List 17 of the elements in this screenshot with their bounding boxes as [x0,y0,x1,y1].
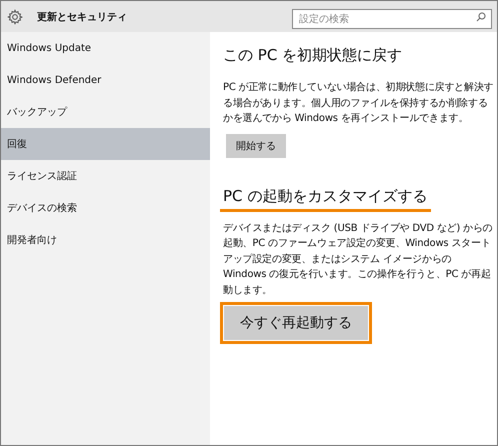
sidebar-item[interactable]: Windows Update [1,32,210,64]
section-description: PC が正常に動作していない場合は、初期状態に戻すと解決する場合があります。個人用のファイルを保持するか削除するかを選んでから Windows を再インストールできます。 [223,80,494,126]
action-button[interactable]: 今すぐ再起動する [224,306,368,340]
sidebar-item[interactable]: Windows Defender [1,64,210,96]
section-heading: この PC を初期状態に戻す [223,46,402,66]
window-title: 更新とセキュリティ [37,10,128,24]
action-button[interactable]: 開始する [226,134,286,158]
sidebar-item[interactable]: バックアップ [1,96,210,128]
sidebar-item[interactable]: デバイスの検索 [1,192,210,224]
search-icon[interactable] [476,12,486,22]
sidebar-item[interactable]: ライセンス認証 [1,160,210,192]
sidebar-item[interactable]: 開発者向け [1,224,210,256]
sidebar-item[interactable]: 回復 [1,128,210,160]
search-field[interactable]: 設定の検索 [292,9,492,29]
section-heading: PC の起動をカスタマイズする [220,186,432,212]
gear-icon [7,8,23,24]
section-description: デバイスまたはディスク (USB ドライブや DVD など) からの起動、PC のファームウェア設定の変更、Windows スタートアップ設定の変更、またはシステム イメージからの Windows の復元を行います。この操作を行うと、PC が再起動します。 [223,222,494,298]
